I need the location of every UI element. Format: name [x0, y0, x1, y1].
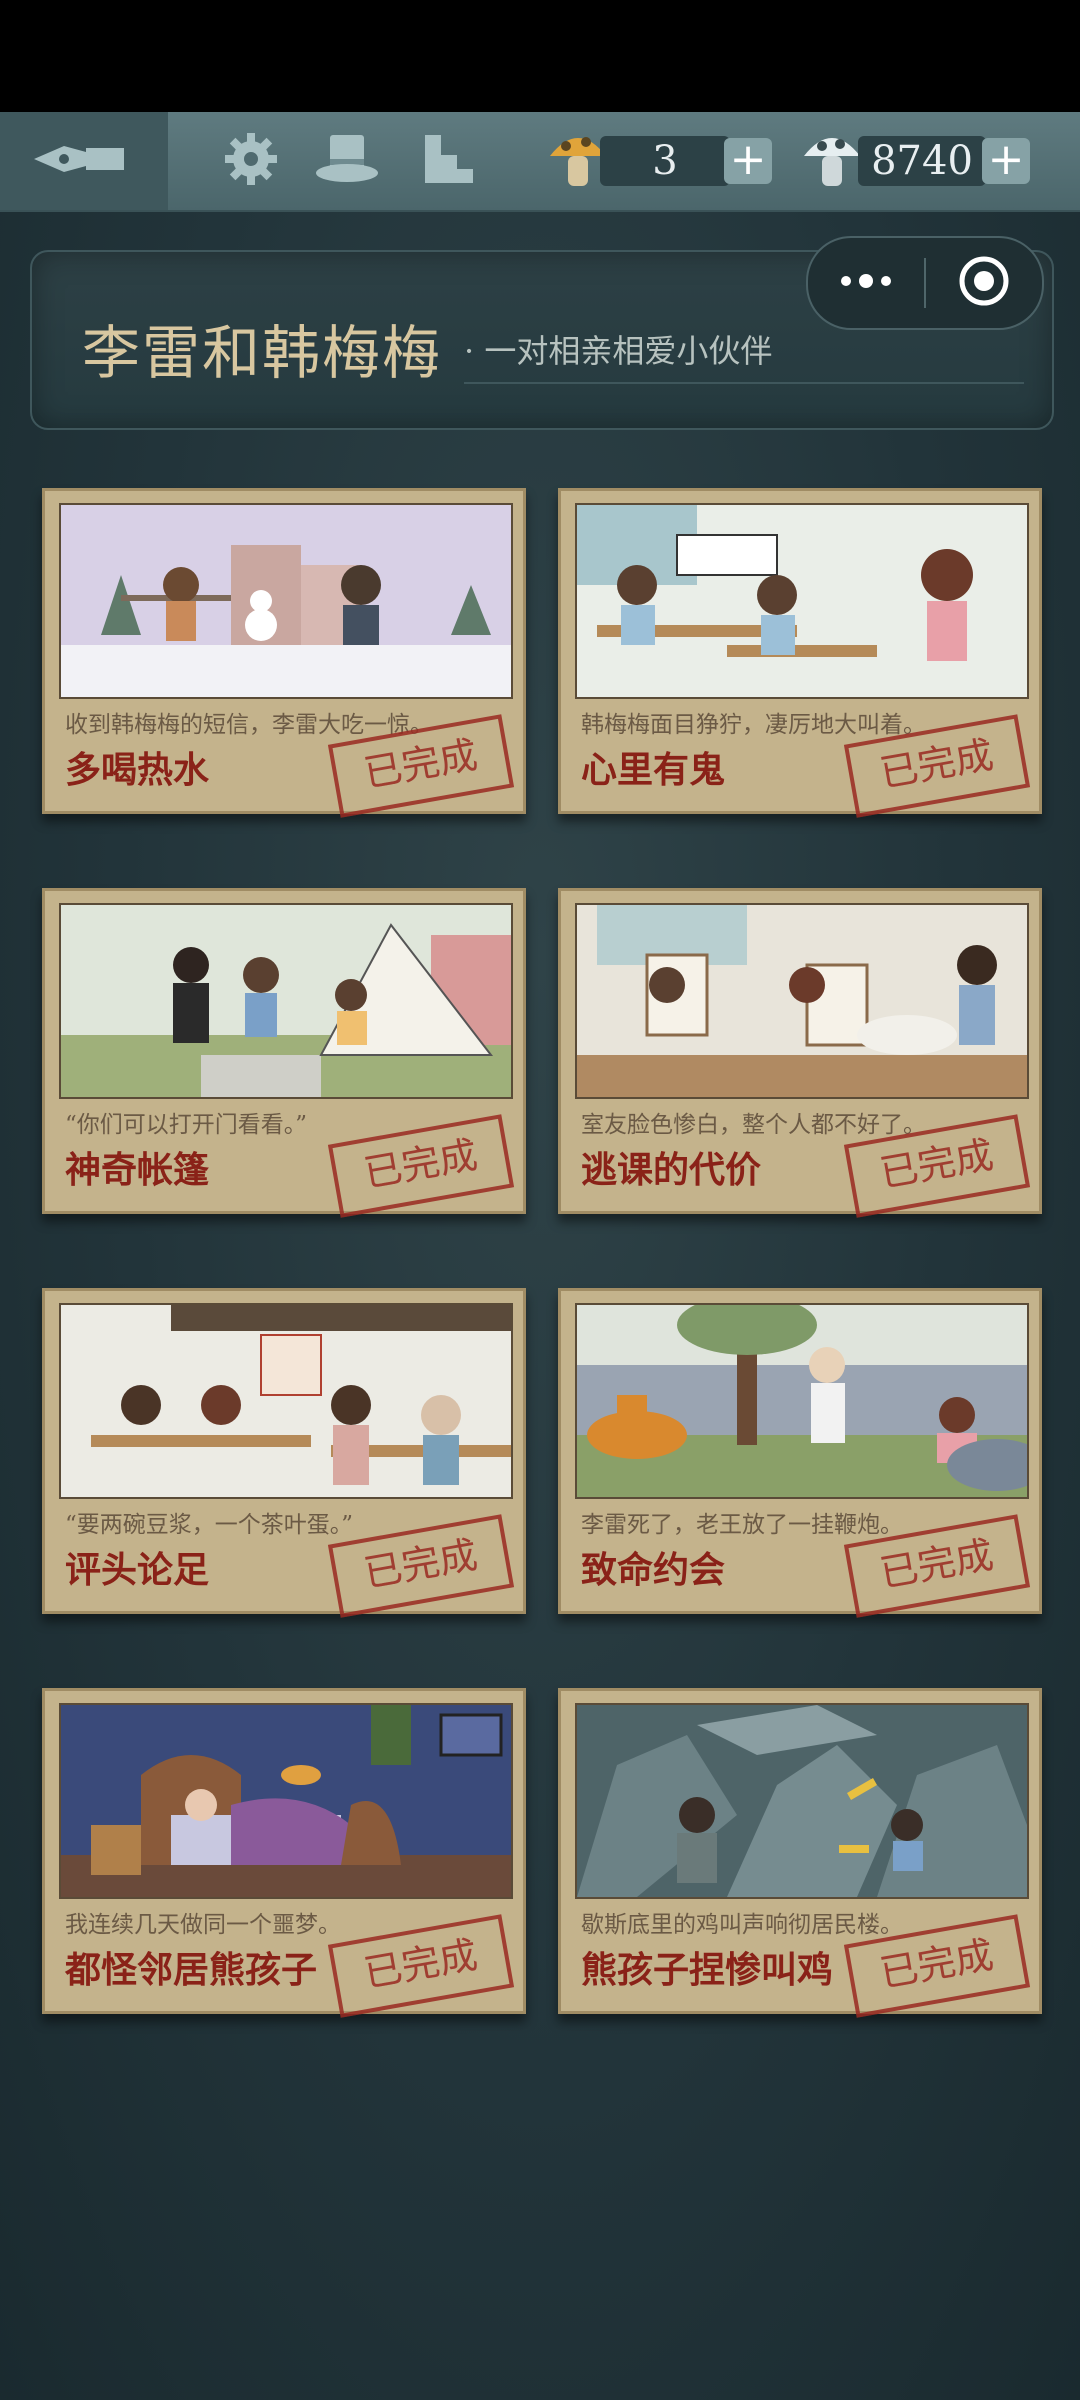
add-coin-button[interactable]: +: [982, 138, 1030, 184]
level-title: 神奇帐篷: [65, 1149, 210, 1191]
level-card[interactable]: 李雷死了，老王放了一挂鞭炮。 致命约会 已完成: [558, 1288, 1042, 1618]
chapter-title: 李雷和韩梅梅: [82, 319, 443, 387]
settings-button[interactable]: [220, 130, 282, 192]
divider: [464, 382, 1024, 384]
level-title: 都怪邻居熊孩子: [65, 1949, 318, 1991]
level-title: 心里有鬼: [581, 749, 726, 791]
level-illustration: [575, 503, 1029, 699]
chapter-subtitle: · 一对相亲相爱小伙伴: [464, 332, 773, 370]
level-card[interactable]: 我连续几天做同一个噩梦。 都怪邻居熊孩子 已完成: [42, 1688, 526, 2018]
level-title: 致命约会: [581, 1549, 726, 1591]
level-illustration: [59, 1703, 513, 1899]
level-card[interactable]: 收到韩梅梅的短信，李雷大吃一惊。 多喝热水 已完成: [42, 488, 526, 818]
more-button[interactable]: [808, 238, 924, 328]
level-title: 多喝热水: [65, 749, 210, 791]
top-hat-icon: [314, 129, 380, 193]
mushroom-count: 3: [600, 136, 730, 186]
level-illustration: [59, 903, 513, 1099]
level-card[interactable]: “你们可以打开门看看。” 神奇帐篷 已完成: [42, 888, 526, 1218]
level-illustration: [575, 903, 1029, 1099]
add-mushroom-button[interactable]: +: [724, 138, 772, 184]
level-illustration: [575, 1703, 1029, 1899]
level-card[interactable]: “要两碗豆浆，一个茶叶蛋。” 评头论足 已完成: [42, 1288, 526, 1618]
level-title: 熊孩子捏惨叫鸡: [581, 1949, 834, 1991]
top-bar: 3 + 8740 +: [0, 112, 1080, 212]
target-circle-icon: [958, 255, 1010, 311]
ranking-button[interactable]: [418, 130, 480, 192]
status-bar: [0, 0, 1080, 112]
level-illustration: [59, 503, 513, 699]
coin-count: 8740: [858, 136, 986, 186]
level-title: 评头论足: [65, 1549, 210, 1591]
level-illustration: [575, 1303, 1029, 1499]
ghost-currency-icon: [800, 126, 864, 194]
level-title: 逃课的代价: [581, 1149, 762, 1191]
gear-icon: [221, 129, 281, 193]
hat-button[interactable]: [316, 130, 378, 192]
level-card[interactable]: 室友脸色惨白，整个人都不好了。 逃课的代价 已完成: [558, 888, 1042, 1218]
miniprogram-capsule: [806, 236, 1044, 330]
close-miniprogram-button[interactable]: [926, 238, 1042, 328]
level-illustration: [59, 1303, 513, 1499]
level-card[interactable]: 韩梅梅面目狰狞，凄厉地大叫着。 心里有鬼 已完成: [558, 488, 1042, 818]
stairs-icon: [419, 129, 479, 193]
pen-icon: [24, 134, 144, 188]
back-button[interactable]: [0, 112, 168, 210]
level-card[interactable]: 歇斯底里的鸡叫声响彻居民楼。 熊孩子捏惨叫鸡 已完成: [558, 1688, 1042, 2018]
more-dots-icon: [838, 273, 894, 293]
